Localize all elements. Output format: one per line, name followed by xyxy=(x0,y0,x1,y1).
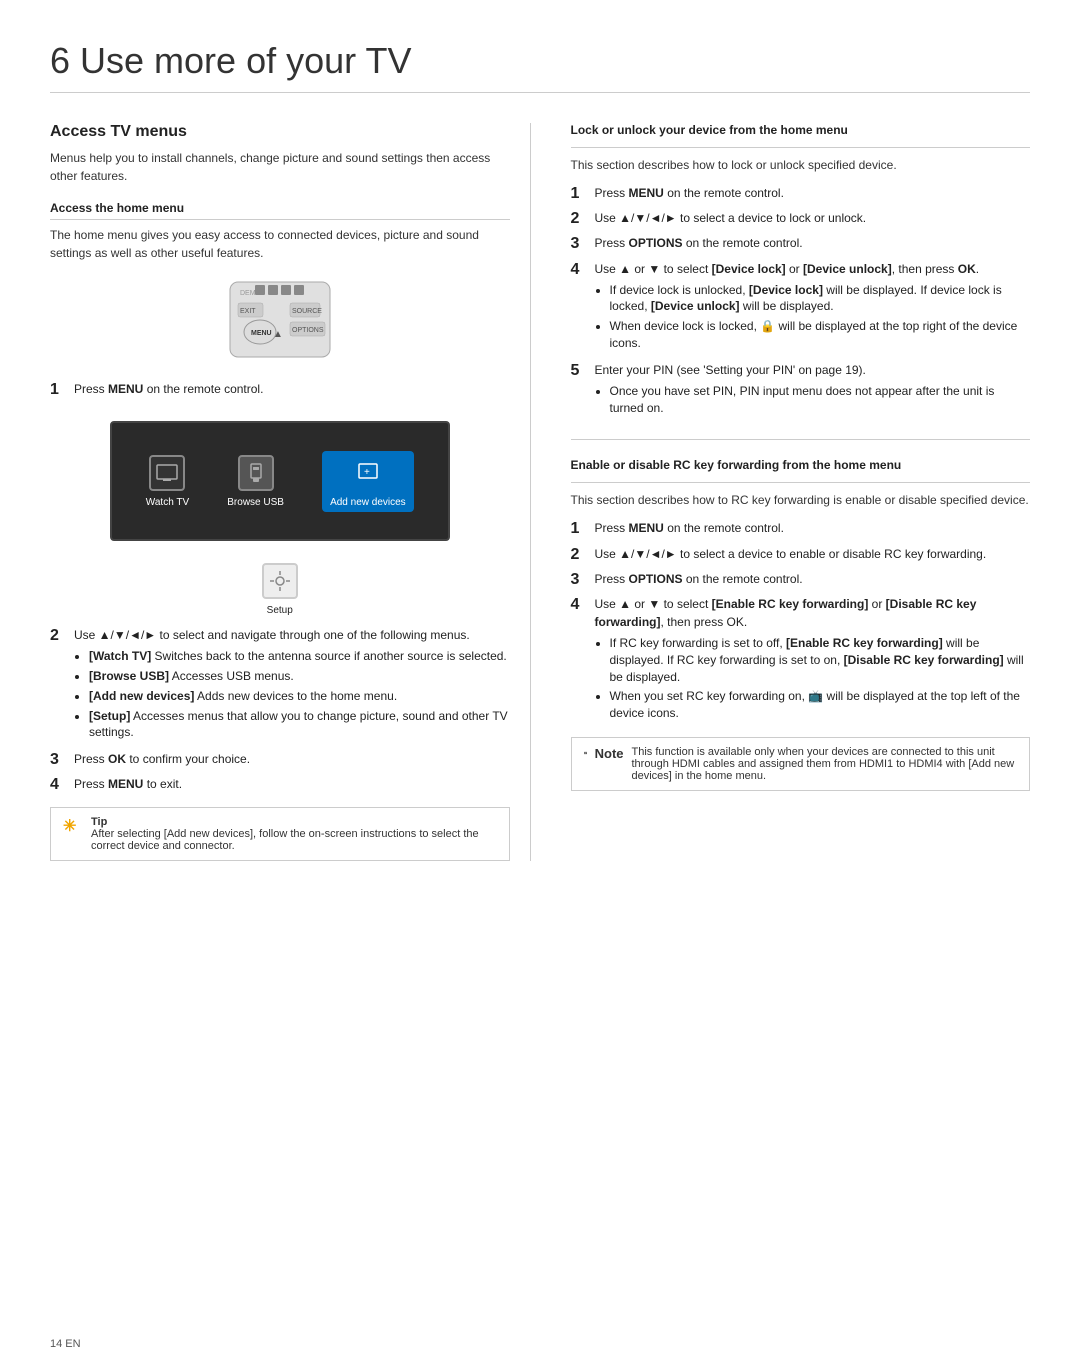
step-4: 4 Press MENU to exit. xyxy=(50,775,510,794)
step-2-bullets: [Watch TV] Switches back to the antenna … xyxy=(74,648,510,741)
bullet-browseusb: [Browse USB] Accesses USB menus. xyxy=(89,668,510,685)
tip-box: ✳ Tip After selecting [Add new devices],… xyxy=(50,807,510,861)
rc-bullet-1: If RC key forwarding is set to off, [Ena… xyxy=(610,635,1031,685)
step-1: 1 Press MENU on the remote control. xyxy=(50,380,510,399)
tip-icon: ✳ xyxy=(63,816,83,836)
rc-step-1-num: 1 xyxy=(571,519,587,538)
rc-step-3-num: 3 xyxy=(571,570,587,589)
add-devices-label: Add new devices xyxy=(330,497,406,508)
rc-step-2: 2 Use ▲/▼/◄/► to select a device to enab… xyxy=(571,545,1031,564)
svg-text:OPTIONS: OPTIONS xyxy=(292,327,324,334)
bullet-setup: [Setup] Accesses menus that allow you to… xyxy=(89,708,510,742)
home-menu-text: The home menu gives you easy access to c… xyxy=(50,226,510,262)
browse-usb-label: Browse USB xyxy=(227,497,284,508)
step-4-number: 4 xyxy=(50,775,66,794)
rc-bullet-2: When you set RC key forwarding on, 📺 wil… xyxy=(610,688,1031,722)
menu-item-setup: Setup xyxy=(262,563,298,616)
rc-step-4-num: 4 xyxy=(571,595,587,725)
menu-item-adddevices: + Add new devices xyxy=(322,451,414,512)
page-number: 14 EN xyxy=(50,1338,81,1350)
menu-screen: Watch TV Browse USB xyxy=(110,421,450,541)
step-2-number: 2 xyxy=(50,626,66,744)
lock-step-3-num: 3 xyxy=(571,234,587,253)
step-3-content: Press OK to confirm your choice. xyxy=(74,750,510,769)
setup-icon xyxy=(262,563,298,599)
svg-text:SOURCE: SOURCE xyxy=(292,308,322,315)
lock-bullet-2: When device lock is locked, 🔒 will be di… xyxy=(610,318,1031,352)
lock-bullet-3: Once you have set PIN, PIN input menu do… xyxy=(610,383,1031,417)
lock-step-2-content: Use ▲/▼/◄/► to select a device to lock o… xyxy=(595,209,1031,228)
lock-step-4: 4 Use ▲ or ▼ to select [Device lock] or … xyxy=(571,260,1031,355)
lock-step-3-content: Press OPTIONS on the remote control. xyxy=(595,234,1031,253)
lock-step-3: 3 Press OPTIONS on the remote control. xyxy=(571,234,1031,253)
lock-step-5: 5 Enter your PIN (see 'Setting your PIN'… xyxy=(571,361,1031,420)
rc-step-2-content: Use ▲/▼/◄/► to select a device to enable… xyxy=(595,545,1031,564)
remote-svg: DEMO EXIT MENU SOURCE OPTIONS ▲ xyxy=(170,277,390,362)
rc-step-4-content: Use ▲ or ▼ to select [Enable RC key forw… xyxy=(595,595,1031,725)
setup-label: Setup xyxy=(267,605,293,616)
rc-step-3-content: Press OPTIONS on the remote control. xyxy=(595,570,1031,589)
watch-tv-icon xyxy=(149,455,185,491)
lock-bullet-1: If device lock is unlocked, [Device lock… xyxy=(610,282,1031,316)
menu-screen-wrapper: Watch TV Browse USB xyxy=(50,411,510,551)
menu-item-watchtv: Watch TV xyxy=(146,455,189,508)
lock-section-title: Lock or unlock your device from the home… xyxy=(571,123,1031,141)
svg-text:▲: ▲ xyxy=(273,329,283,340)
svg-text:EXIT: EXIT xyxy=(240,308,256,315)
section-title: Access TV menus xyxy=(50,123,510,141)
lock-step-4-content: Use ▲ or ▼ to select [Device lock] or [D… xyxy=(595,260,1031,355)
lock-step-1-content: Press MENU on the remote control. xyxy=(595,184,1031,203)
svg-text:MENU: MENU xyxy=(251,330,272,337)
left-column: Access TV menus Menus help you to instal… xyxy=(50,123,531,861)
rc-step-1-content: Press MENU on the remote control. xyxy=(595,519,1031,538)
step-3: 3 Press OK to confirm your choice. xyxy=(50,750,510,769)
rc-step-3: 3 Press OPTIONS on the remote control. xyxy=(571,570,1031,589)
add-devices-icon: + xyxy=(350,455,386,491)
step-1-content: Press MENU on the remote control. xyxy=(74,380,510,399)
menu-item-browseusb: Browse USB xyxy=(227,455,284,508)
rc-step-4: 4 Use ▲ or ▼ to select [Enable RC key fo… xyxy=(571,595,1031,725)
note-text: This function is available only when you… xyxy=(632,746,1018,782)
svg-text:+: + xyxy=(364,467,370,478)
step-4-content: Press MENU to exit. xyxy=(74,775,510,794)
lock-step-1-num: 1 xyxy=(571,184,587,203)
home-menu-subtitle: Access the home menu xyxy=(50,201,510,220)
rc-intro: This section describes how to RC key for… xyxy=(571,491,1031,509)
step-2: 2 Use ▲/▼/◄/► to select and navigate thr… xyxy=(50,626,510,744)
browse-usb-icon xyxy=(238,455,274,491)
lock-intro: This section describes how to lock or un… xyxy=(571,156,1031,174)
rc-section-title: Enable or disable RC key forwarding from… xyxy=(571,458,1031,476)
lock-step-5-content: Enter your PIN (see 'Setting your PIN' o… xyxy=(595,361,1031,420)
step-3-number: 3 xyxy=(50,750,66,769)
page-title: 6 Use more of your TV xyxy=(50,40,1030,93)
rc-step-2-num: 2 xyxy=(571,545,587,564)
note-label: Note xyxy=(595,746,624,761)
tip-content: Tip After selecting [Add new devices], f… xyxy=(91,816,497,852)
lock-step-5-num: 5 xyxy=(571,361,587,420)
lock-step-2-num: 2 xyxy=(571,209,587,228)
watch-tv-label: Watch TV xyxy=(146,497,189,508)
lock-section: Lock or unlock your device from the home… xyxy=(571,123,1031,419)
step-1-number: 1 xyxy=(50,380,66,399)
lock-step-4-num: 4 xyxy=(571,260,587,355)
lock-step-1: 1 Press MENU on the remote control. xyxy=(571,184,1031,203)
tip-label: Tip xyxy=(91,816,107,828)
intro-text: Menus help you to install channels, chan… xyxy=(50,149,510,185)
remote-image-container: DEMO EXIT MENU SOURCE OPTIONS ▲ xyxy=(50,277,510,365)
bullet-watchtv: [Watch TV] Switches back to the antenna … xyxy=(89,648,510,665)
right-column: Lock or unlock your device from the home… xyxy=(571,123,1031,861)
rc-section: Enable or disable RC key forwarding from… xyxy=(571,439,1031,791)
note-icon: Note xyxy=(584,746,624,761)
step-2-content: Use ▲/▼/◄/► to select and navigate throu… xyxy=(74,626,510,744)
rc-step-1: 1 Press MENU on the remote control. xyxy=(571,519,1031,538)
tip-text: After selecting [Add new devices], follo… xyxy=(91,828,479,852)
note-box: Note This function is available only whe… xyxy=(571,737,1031,791)
bullet-adddevices: [Add new devices] Adds new devices to th… xyxy=(89,688,510,705)
lock-step-2: 2 Use ▲/▼/◄/► to select a device to lock… xyxy=(571,209,1031,228)
